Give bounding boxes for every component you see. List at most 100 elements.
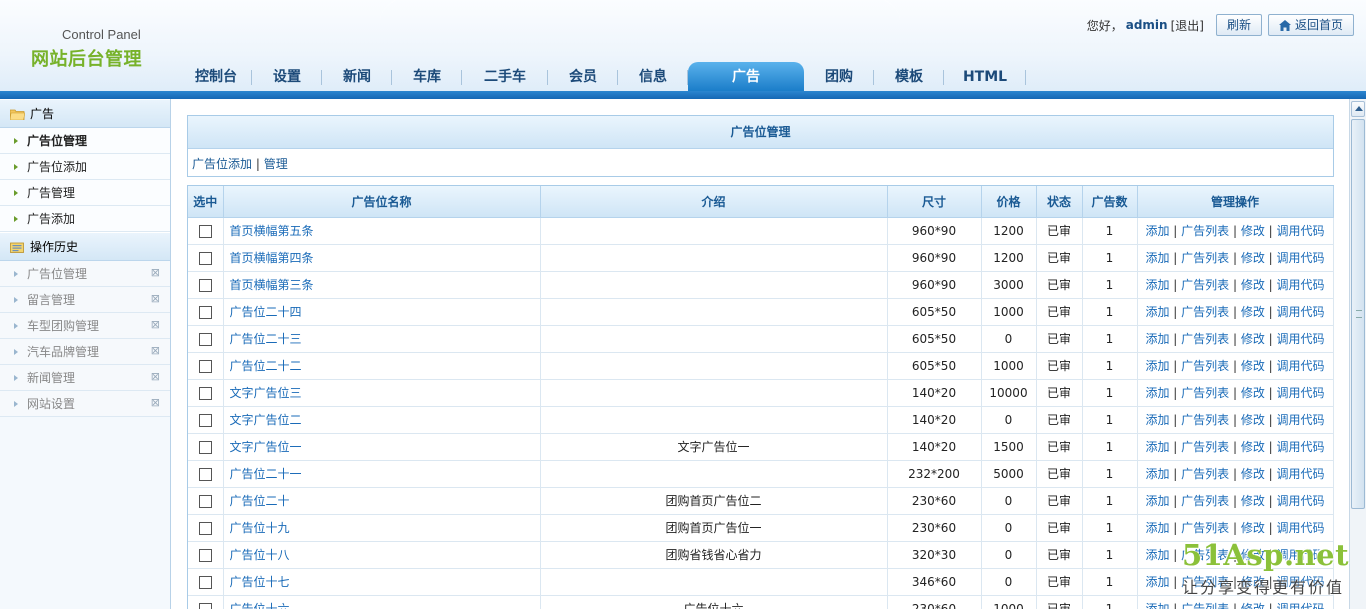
op-link[interactable]: 修改 (1241, 413, 1265, 427)
adslot-name-link[interactable]: 广告位二十二 (223, 352, 541, 380)
close-icon[interactable]: ⊠ (151, 371, 160, 382)
op-link[interactable]: 修改 (1241, 332, 1265, 346)
row-checkbox[interactable] (198, 521, 212, 535)
op-link[interactable]: 修改 (1241, 521, 1265, 535)
home-button[interactable]: 返回首页 (1267, 14, 1354, 36)
close-icon[interactable]: ⊠ (151, 397, 160, 408)
op-link[interactable]: 调用代码 (1277, 521, 1325, 535)
op-link[interactable]: 调用代码 (1277, 278, 1325, 292)
op-link[interactable]: 修改 (1241, 386, 1265, 400)
history-item[interactable]: 新闻管理 ⊠ (0, 365, 170, 391)
adslot-name-link[interactable]: 广告位十六 (223, 595, 541, 609)
row-checkbox[interactable] (198, 413, 212, 427)
op-link[interactable]: 添加 (1145, 548, 1169, 562)
op-link[interactable]: 修改 (1241, 359, 1265, 373)
op-link[interactable]: 修改 (1241, 251, 1265, 265)
op-link[interactable]: 添加 (1145, 440, 1169, 454)
nav-tab-3[interactable]: 车库 (392, 64, 462, 91)
op-link[interactable]: 广告列表 (1181, 251, 1229, 265)
nav-tab-10[interactable]: HTML (944, 64, 1026, 91)
op-link[interactable]: 添加 (1145, 332, 1169, 346)
op-link[interactable]: 调用代码 (1277, 332, 1325, 346)
op-link[interactable]: 广告列表 (1181, 521, 1229, 535)
adslot-name-link[interactable]: 文字广告位三 (223, 379, 541, 407)
op-link[interactable]: 广告列表 (1181, 413, 1229, 427)
adslot-name-link[interactable]: 广告位十七 (223, 568, 541, 596)
op-link[interactable]: 添加 (1145, 251, 1169, 265)
op-link[interactable]: 调用代码 (1277, 224, 1325, 238)
op-link[interactable]: 添加 (1145, 278, 1169, 292)
close-icon[interactable]: ⊠ (151, 319, 160, 330)
op-link[interactable]: 调用代码 (1277, 386, 1325, 400)
adslot-name-link[interactable]: 文字广告位二 (223, 406, 541, 434)
adslot-name-link[interactable]: 首页横幅第四条 (223, 244, 541, 272)
vertical-scrollbar[interactable] (1349, 99, 1366, 609)
adslot-name-link[interactable]: 广告位二十 (223, 487, 541, 515)
op-link[interactable]: 调用代码 (1277, 494, 1325, 508)
nav-tab-5[interactable]: 会员 (548, 64, 618, 91)
op-link[interactable]: 调用代码 (1277, 413, 1325, 427)
op-link[interactable]: 广告列表 (1181, 386, 1229, 400)
nav-tab-6[interactable]: 信息 (618, 64, 688, 91)
history-item[interactable]: 广告位管理 ⊠ (0, 261, 170, 287)
adslot-name-link[interactable]: 首页横幅第三条 (223, 271, 541, 299)
op-link[interactable]: 广告列表 (1181, 305, 1229, 319)
row-checkbox[interactable] (198, 494, 212, 508)
op-link[interactable]: 添加 (1145, 467, 1169, 481)
op-link[interactable]: 广告列表 (1181, 440, 1229, 454)
op-link[interactable]: 调用代码 (1277, 305, 1325, 319)
close-icon[interactable]: ⊠ (151, 293, 160, 304)
sidebar-item[interactable]: 广告位添加 (0, 154, 170, 180)
op-link[interactable]: 调用代码 (1277, 251, 1325, 265)
nav-tab-9[interactable]: 模板 (874, 64, 944, 91)
nav-tab-8[interactable]: 团购 (804, 64, 874, 91)
op-link[interactable]: 添加 (1145, 224, 1169, 238)
logout-link[interactable]: [退出] (1171, 17, 1204, 34)
op-link[interactable]: 广告列表 (1181, 278, 1229, 292)
sidebar-item[interactable]: 广告位管理 (0, 128, 170, 154)
row-checkbox[interactable] (198, 224, 212, 238)
nav-tab-2[interactable]: 新闻 (322, 64, 392, 91)
row-checkbox[interactable] (198, 359, 212, 373)
scroll-up-button[interactable] (1351, 101, 1365, 117)
nav-tab-7[interactable]: 广告 (688, 62, 804, 91)
close-icon[interactable]: ⊠ (151, 345, 160, 356)
row-checkbox[interactable] (198, 332, 212, 346)
row-checkbox[interactable] (198, 602, 212, 609)
history-item[interactable]: 汽车品牌管理 ⊠ (0, 339, 170, 365)
op-link[interactable]: 添加 (1145, 305, 1169, 319)
adslot-name-link[interactable]: 首页横幅第五条 (223, 217, 541, 245)
op-link[interactable]: 修改 (1241, 467, 1265, 481)
adslot-name-link[interactable]: 广告位二十一 (223, 460, 541, 488)
op-link[interactable]: 调用代码 (1277, 359, 1325, 373)
op-link[interactable]: 添加 (1145, 521, 1169, 535)
op-link[interactable]: 修改 (1241, 224, 1265, 238)
row-checkbox[interactable] (198, 440, 212, 454)
adslot-name-link[interactable]: 广告位十九 (223, 514, 541, 542)
op-link[interactable]: 修改 (1241, 278, 1265, 292)
sidebar-item[interactable]: 广告管理 (0, 180, 170, 206)
sidebar-item[interactable]: 广告添加 (0, 206, 170, 232)
adslot-name-link[interactable]: 文字广告位一 (223, 433, 541, 461)
row-checkbox[interactable] (198, 251, 212, 265)
adslot-name-link[interactable]: 广告位二十四 (223, 298, 541, 326)
adslot-name-link[interactable]: 广告位十八 (223, 541, 541, 569)
op-link[interactable]: 广告列表 (1181, 467, 1229, 481)
row-checkbox[interactable] (198, 278, 212, 292)
op-link[interactable]: 修改 (1241, 494, 1265, 508)
add-adslot-link[interactable]: 广告位添加 (192, 157, 252, 171)
row-checkbox[interactable] (198, 548, 212, 562)
op-link[interactable]: 广告列表 (1181, 359, 1229, 373)
row-checkbox[interactable] (198, 305, 212, 319)
nav-tab-1[interactable]: 设置 (252, 64, 322, 91)
row-checkbox[interactable] (198, 467, 212, 481)
row-checkbox[interactable] (198, 575, 212, 589)
sidebar-section-ads[interactable]: 广告 (0, 99, 170, 128)
op-link[interactable]: 添加 (1145, 413, 1169, 427)
row-checkbox[interactable] (198, 386, 212, 400)
sidebar-section-history[interactable]: 操作历史 (0, 232, 170, 261)
refresh-button[interactable]: 刷新 (1215, 14, 1262, 36)
op-link[interactable]: 广告列表 (1181, 224, 1229, 238)
op-link[interactable]: 调用代码 (1277, 440, 1325, 454)
op-link[interactable]: 添加 (1145, 575, 1169, 589)
